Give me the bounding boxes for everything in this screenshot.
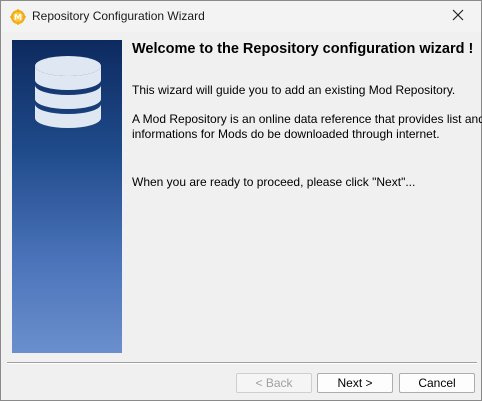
footer-separator bbox=[7, 362, 477, 364]
description-line-1: A Mod Repository is an online data refer… bbox=[132, 112, 482, 126]
window-title: Repository Configuration Wizard bbox=[32, 9, 205, 23]
close-button[interactable] bbox=[435, 1, 481, 32]
proceed-text: When you are ready to proceed, please cl… bbox=[132, 175, 416, 189]
title-bar[interactable]: M Repository Configuration Wizard bbox=[1, 1, 481, 32]
description-line-2: informations for Mods do be downloaded t… bbox=[132, 127, 440, 141]
close-icon bbox=[452, 9, 464, 24]
cancel-button[interactable]: Cancel bbox=[399, 373, 475, 393]
description-text: A Mod Repository is an online data refer… bbox=[132, 112, 482, 142]
svg-text:M: M bbox=[14, 13, 22, 22]
wizard-heading: Welcome to the Repository configuration … bbox=[132, 41, 474, 57]
intro-text: This wizard will guide you to add an exi… bbox=[132, 83, 456, 97]
gear-icon: M bbox=[10, 9, 26, 25]
database-icon bbox=[32, 54, 104, 132]
next-button[interactable]: Next > bbox=[317, 373, 393, 393]
back-button[interactable]: < Back bbox=[236, 373, 312, 393]
wizard-side-banner bbox=[12, 40, 122, 353]
wizard-window: M Repository Configuration Wizard Welcom… bbox=[0, 0, 482, 401]
